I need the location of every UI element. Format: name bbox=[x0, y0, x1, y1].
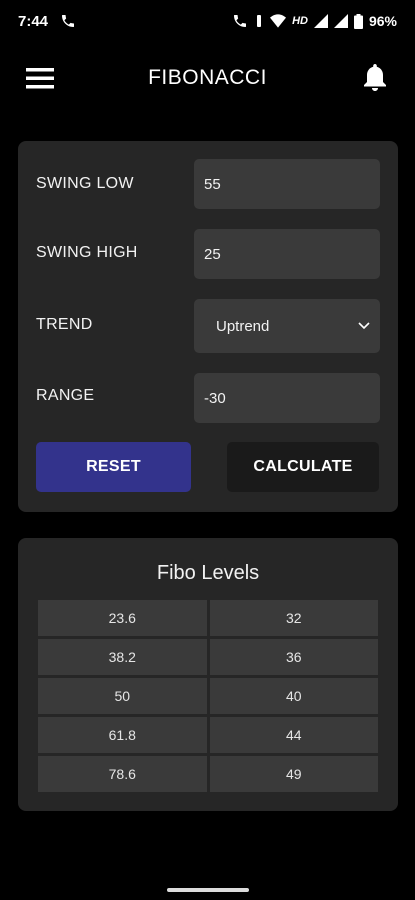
range-input[interactable]: -30 bbox=[194, 373, 380, 423]
status-right: HD 96% bbox=[232, 13, 397, 29]
bell-icon[interactable] bbox=[359, 62, 391, 94]
signal-icon bbox=[313, 14, 328, 28]
swing-low-label: SWING LOW bbox=[36, 175, 134, 192]
level-cell: 50 bbox=[38, 678, 207, 714]
swing-high-label: SWING HIGH bbox=[36, 244, 138, 261]
chevron-down-icon bbox=[358, 322, 370, 330]
value-cell: 36 bbox=[209, 639, 378, 675]
fibo-levels-card: Fibo Levels 23.6 32 38.2 36 50 40 61.8 4… bbox=[18, 538, 398, 811]
levels-title: Fibo Levels bbox=[156, 562, 260, 584]
value-cell: 32 bbox=[209, 600, 378, 636]
swing-high-value: 25 bbox=[204, 245, 221, 263]
swing-low-input[interactable]: 55 bbox=[194, 159, 380, 209]
level-cell: 23.6 bbox=[38, 600, 207, 636]
wifi-icon bbox=[270, 14, 287, 28]
wifi-calling-icon bbox=[232, 13, 248, 29]
calculator-form-card: SWING LOW 55 SWING HIGH 25 TREND Uptrend… bbox=[18, 141, 398, 512]
range-label: RANGE bbox=[36, 387, 95, 404]
trend-select[interactable]: Uptrend bbox=[194, 299, 380, 353]
trend-label: TREND bbox=[36, 316, 93, 333]
home-indicator[interactable] bbox=[167, 888, 249, 892]
page-title: FIBONACCI bbox=[148, 66, 267, 89]
hamburger-menu-icon[interactable] bbox=[24, 62, 56, 94]
status-left: 7:44 bbox=[18, 13, 76, 30]
calculate-button[interactable]: CALCULATE bbox=[227, 442, 379, 492]
reset-button[interactable]: RESET bbox=[36, 442, 191, 492]
signal-secondary-icon bbox=[333, 14, 348, 28]
levels-table: 23.6 32 38.2 36 50 40 61.8 44 78.6 49 bbox=[38, 600, 378, 792]
network-type: HD bbox=[292, 15, 308, 27]
battery-level: 96% bbox=[368, 13, 397, 29]
phone-call-icon bbox=[60, 13, 76, 29]
level-cell: 61.8 bbox=[38, 717, 207, 753]
level-cell: 78.6 bbox=[38, 756, 207, 792]
app-screen: 7:44 HD 96% FIBONACCI SWING LOW 55 SWING… bbox=[0, 0, 415, 900]
swing-low-value: 55 bbox=[204, 175, 221, 193]
value-cell: 49 bbox=[209, 756, 378, 792]
status-time: 7:44 bbox=[18, 12, 49, 30]
status-bar: 7:44 HD 96% bbox=[0, 0, 415, 42]
value-cell: 40 bbox=[209, 678, 378, 714]
app-bar: FIBONACCI bbox=[0, 50, 415, 106]
battery-icon bbox=[353, 13, 363, 29]
vibrate-icon bbox=[254, 13, 264, 29]
trend-selected-value: Uptrend bbox=[216, 317, 270, 335]
swing-high-input[interactable]: 25 bbox=[194, 229, 380, 279]
value-cell: 44 bbox=[209, 717, 378, 753]
level-cell: 38.2 bbox=[38, 639, 207, 675]
range-value: -30 bbox=[204, 389, 226, 407]
